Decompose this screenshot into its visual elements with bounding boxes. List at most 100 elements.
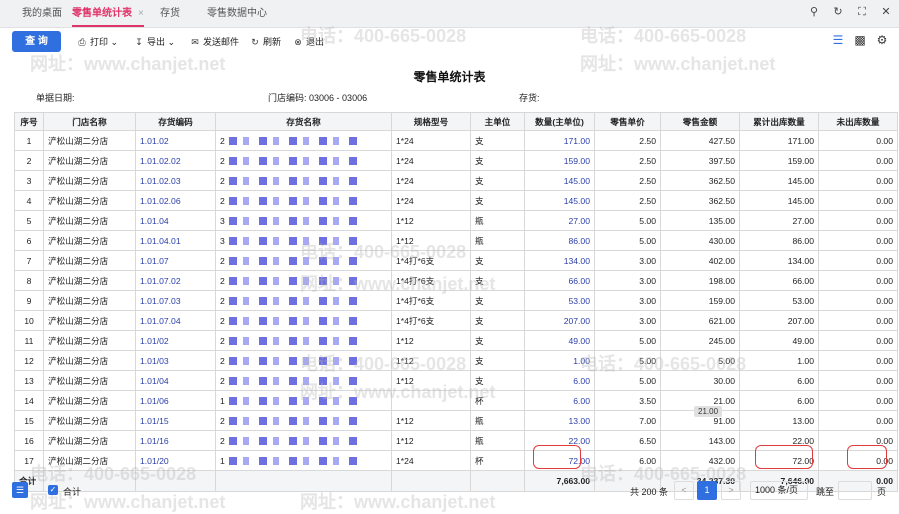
table-row[interactable]: 7 浐松山湖二分店 1.01.07 2 1*4打*6支支 134.00 3.00 402.00… xyxy=(14,250,898,271)
table-row[interactable]: 15 浐松山湖二分店 1.01/15 2 1*12 瓶 13.00 7.00 91.00 13.0… xyxy=(14,410,898,431)
table-row[interactable]: 5 浐松山湖二分店 1.01.04 3 1*12 瓶 27.00 5.00 135.00 27.0… xyxy=(14,210,898,231)
unit-price: 2.50 xyxy=(594,190,661,211)
window-controls: ⚲ ↻ ⛶ ✕ xyxy=(797,5,893,19)
unit: 瓶 xyxy=(470,210,525,231)
tab-retail-stats[interactable]: 零售单统计表 × xyxy=(72,0,144,27)
table-row[interactable]: 1 浐松山湖二分店 1.01.02 2 1*24 支 171.00 2.50 427.50 171… xyxy=(14,130,898,151)
stock-name: 2 xyxy=(215,190,392,211)
stock-name-prefix: 2 xyxy=(220,275,225,286)
tab-retail-data-center[interactable]: 零售数据中心 xyxy=(207,0,267,27)
stock-name: 2 xyxy=(215,150,392,171)
page-1-button[interactable]: 1 xyxy=(697,481,717,500)
store-name: 浐松山湖二分店 xyxy=(43,210,136,231)
export-button[interactable]: ↧ 导出 ⌄ xyxy=(133,35,175,48)
store-name: 浐松山湖二分店 xyxy=(43,410,136,431)
search-icon[interactable]: ⚲ xyxy=(807,5,821,19)
out-qty: 49.00 xyxy=(739,330,819,351)
out-qty: 13.00 xyxy=(739,410,819,431)
list-view-icon[interactable]: ☰ xyxy=(831,33,845,47)
total-checkbox[interactable]: ✓ xyxy=(48,485,58,495)
col-header[interactable]: 存货名称 xyxy=(215,112,392,131)
printer-icon: ⎙ xyxy=(78,37,86,47)
fullscreen-icon[interactable]: ⛶ xyxy=(855,5,869,19)
row-index: 12 xyxy=(14,350,44,371)
table-row[interactable]: 10 浐松山湖二分店 1.01.07.04 2 1*4打*6支支 207.00 3.00 62… xyxy=(14,310,898,331)
print-button[interactable]: ⎙ 打印 ⌄ xyxy=(76,35,118,48)
jump-label: 跳至 xyxy=(816,487,835,497)
redacted-text xyxy=(228,157,359,166)
not-out-qty: 0.00 xyxy=(818,330,898,351)
table-header: 序号 门店名称 存货编码 存货名称 规格型号 主单位 数量(主单位) 零售单价 … xyxy=(14,112,898,131)
amount: 198.00 xyxy=(660,270,740,291)
stock-name: 2 xyxy=(215,350,392,371)
not-out-qty: 0.00 xyxy=(818,290,898,311)
col-header[interactable]: 未出库数量 xyxy=(818,112,898,131)
exit-button[interactable]: ⊗ 退出 xyxy=(292,35,324,48)
tab-desktop[interactable]: 我的桌面 xyxy=(22,0,62,27)
table-row[interactable]: 4 浐松山湖二分店 1.01.02.06 2 1*24 支 145.00 2.50 362.50… xyxy=(14,190,898,211)
unit-price: 5.00 xyxy=(594,210,661,231)
table-row[interactable]: 12 浐松山湖二分店 1.01/03 2 1*12 支 1.00 5.00 5.00 1.00 0.… xyxy=(14,350,898,371)
stock-code: 1.01.07.03 xyxy=(135,290,216,311)
col-header[interactable]: 主单位 xyxy=(470,112,525,131)
row-index: 13 xyxy=(14,370,44,391)
table-row[interactable]: 3 浐松山湖二分店 1.01.02.03 2 1*24 支 145.00 2.50 362.50… xyxy=(14,170,898,191)
row-index: 4 xyxy=(14,190,44,211)
stock-name-prefix: 2 xyxy=(220,295,225,306)
spec: 1*24 xyxy=(391,450,471,471)
spec: 1*4打*6支 xyxy=(391,270,471,291)
close-icon[interactable]: × xyxy=(138,8,144,19)
col-header[interactable]: 门店名称 xyxy=(43,112,136,131)
page-size-select[interactable]: 1000 条/页 xyxy=(750,481,808,500)
table-row[interactable]: 11 浐松山湖二分店 1.01/02 2 1*12 支 49.00 5.00 245.00 49.… xyxy=(14,330,898,351)
table-row[interactable]: 2 浐松山湖二分店 1.01.02.02 2 1*24 支 159.00 2.50 397.50… xyxy=(14,150,898,171)
stock-code: 1.01.07 xyxy=(135,250,216,271)
not-out-qty: 0.00 xyxy=(818,170,898,191)
table-row[interactable]: 9 浐松山湖二分店 1.01.07.03 2 1*4打*6支支 53.00 3.00 159.… xyxy=(14,290,898,311)
prev-page-button[interactable]: < xyxy=(674,481,694,500)
col-header[interactable]: 零售金额 xyxy=(660,112,740,131)
stock-name-prefix: 2 xyxy=(220,155,225,166)
reset-icon[interactable]: ↻ xyxy=(831,5,845,19)
col-header[interactable]: 累计出库数量 xyxy=(739,112,819,131)
exit-label: 退出 xyxy=(306,37,325,47)
col-header[interactable]: 数量(主单位) xyxy=(524,112,595,131)
send-email-button[interactable]: ✉ 发送邮件 xyxy=(189,35,239,48)
stock-code: 1.01.04.01 xyxy=(135,230,216,251)
redacted-text xyxy=(228,297,359,306)
column-settings-icon[interactable]: ☰ xyxy=(12,482,28,498)
table-row[interactable]: 6 浐松山湖二分店 1.01.04.01 3 1*12 瓶 86.00 5.00 430.00 8… xyxy=(14,230,898,251)
jump-page-input[interactable] xyxy=(838,481,872,500)
row-index: 17 xyxy=(14,450,44,471)
col-header[interactable]: 规格型号 xyxy=(391,112,471,131)
not-out-qty: 0.00 xyxy=(818,410,898,431)
spec: 1*24 xyxy=(391,170,471,191)
stock-name: 3 xyxy=(215,230,392,251)
col-header[interactable]: 零售单价 xyxy=(594,112,661,131)
chart-icon[interactable]: ▩ xyxy=(853,33,867,47)
tab-stock[interactable]: 存货 xyxy=(160,0,180,27)
gear-icon[interactable]: ⚙ xyxy=(875,33,889,47)
store-name: 浐松山湖二分店 xyxy=(43,430,136,451)
refresh-button[interactable]: ↻ 刷新 xyxy=(249,35,281,48)
close-icon[interactable]: ✕ xyxy=(879,5,893,19)
unit-price: 5.00 xyxy=(594,330,661,351)
cell-tooltip: 21.00 xyxy=(694,406,723,417)
unit: 支 xyxy=(470,350,525,371)
query-button[interactable]: 查 询 xyxy=(12,31,61,52)
table-row[interactable]: 14 浐松山湖二分店 1.01/06 1 杯 6.00 3.50 21.00 6.00 0.00 xyxy=(14,390,898,411)
col-header[interactable]: 序号 xyxy=(14,112,44,131)
spec: 1*24 xyxy=(391,130,471,151)
col-header[interactable]: 存货编码 xyxy=(135,112,216,131)
unit-price: 3.00 xyxy=(594,310,661,331)
spec: 1*4打*6支 xyxy=(391,310,471,331)
unit-price: 7.00 xyxy=(594,410,661,431)
quantity: 6.00 xyxy=(524,370,595,391)
unit: 支 xyxy=(470,310,525,331)
table-row[interactable]: 13 浐松山湖二分店 1.01/04 2 1*12 支 6.00 5.00 30.00 6.00 0… xyxy=(14,370,898,391)
table-row[interactable]: 8 浐松山湖二分店 1.01.07.02 2 1*4打*6支支 66.00 3.00 198.… xyxy=(14,270,898,291)
next-page-button[interactable]: > xyxy=(721,481,741,500)
out-qty: 207.00 xyxy=(739,310,819,331)
quantity: 66.00 xyxy=(524,270,595,291)
unit: 瓶 xyxy=(470,430,525,451)
